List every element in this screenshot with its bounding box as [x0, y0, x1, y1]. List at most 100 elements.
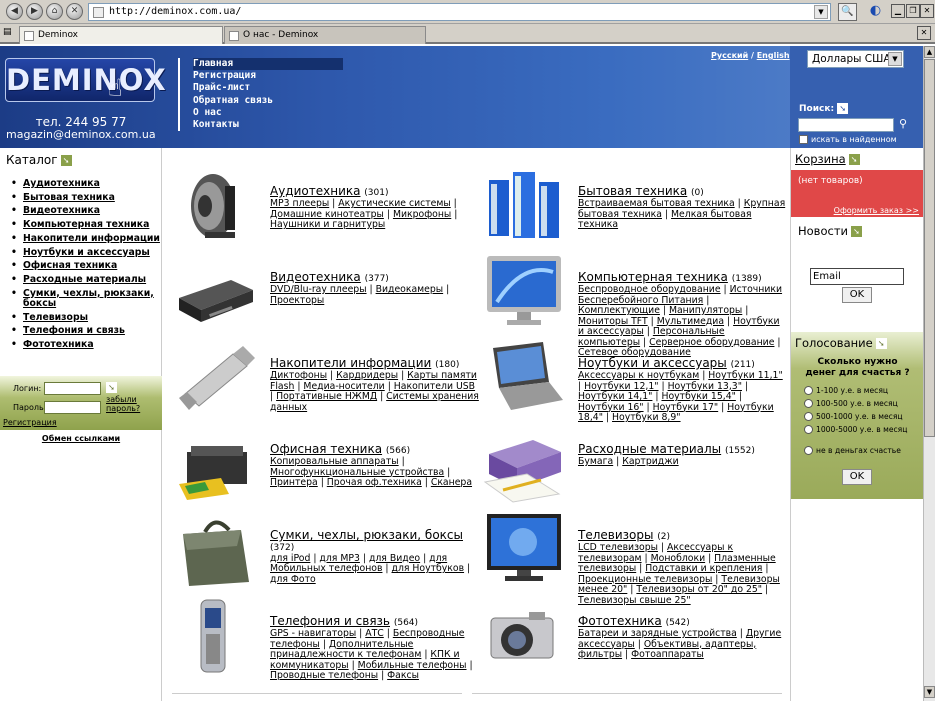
- back-icon[interactable]: ◀: [6, 3, 23, 20]
- category-title[interactable]: Телефония и связь: [270, 614, 390, 628]
- subcategory-link[interactable]: для Видео: [369, 553, 420, 564]
- category-title[interactable]: Бытовая техника: [578, 184, 687, 198]
- subcategory-link[interactable]: Акустические системы: [338, 198, 450, 209]
- subcategory-link[interactable]: Бумага: [578, 456, 613, 467]
- subcategory-link[interactable]: Многофункциональные устройства: [270, 467, 444, 478]
- subcategory-link[interactable]: Накопители USB: [394, 381, 475, 392]
- home-icon[interactable]: ⌂: [46, 3, 63, 20]
- subcategory-link[interactable]: для iPod: [270, 553, 310, 564]
- subcategory-link[interactable]: Манипуляторы: [669, 305, 742, 316]
- radio[interactable]: [804, 386, 813, 395]
- email-field[interactable]: Email: [810, 268, 904, 285]
- subcategory-link[interactable]: Сканера: [431, 477, 472, 488]
- tab-deminox[interactable]: Deminox: [19, 26, 223, 44]
- register-link[interactable]: Регистрация: [3, 418, 57, 427]
- nav-home[interactable]: Главная: [193, 58, 343, 71]
- tab-list-icon[interactable]: ▤: [3, 27, 17, 41]
- close-tab-icon[interactable]: ✕: [917, 26, 931, 40]
- subcategory-link[interactable]: Прочая оф.техника: [327, 477, 422, 488]
- nav-register[interactable]: Регистрация: [193, 70, 343, 82]
- search-glass-icon[interactable]: 🔍: [838, 3, 857, 21]
- category-title[interactable]: Расходные материалы: [578, 442, 721, 456]
- poll-option[interactable]: 1-100 у.е. в месяц: [804, 386, 922, 395]
- subcategory-link[interactable]: Мультимедиа: [657, 316, 724, 327]
- subcategory-link[interactable]: Проекционные телевизоры: [578, 574, 712, 585]
- subcategory-link[interactable]: Мобильные телефоны: [358, 660, 467, 671]
- nav-contacts[interactable]: Контакты: [193, 119, 343, 131]
- category-title[interactable]: Видеотехника: [270, 270, 361, 284]
- subcategory-link[interactable]: Подставки и крепления: [645, 563, 762, 574]
- subcategory-link[interactable]: Ноутбуки 14,1": [578, 391, 652, 402]
- address-bar[interactable]: http://deminox.com.ua/ ▼: [88, 3, 831, 21]
- radio[interactable]: [804, 446, 813, 455]
- subcategory-link[interactable]: Ноутбуки 13,3": [668, 381, 742, 392]
- catalog-item[interactable]: Расходные материалы: [11, 274, 161, 286]
- category-title[interactable]: Компьютерная техника: [578, 270, 728, 284]
- subcategory-link[interactable]: для MP3: [319, 553, 359, 564]
- catalog-item[interactable]: Компьютерная техника: [11, 219, 161, 231]
- search-input[interactable]: [798, 118, 894, 132]
- catalog-item[interactable]: Ноутбуки и аксессуары: [11, 247, 161, 259]
- subcategory-link[interactable]: Видеокамеры: [376, 284, 444, 295]
- subcategory-link[interactable]: Комплектующие: [578, 305, 660, 316]
- poll-ok-button[interactable]: OK: [842, 469, 872, 485]
- catalog-item[interactable]: Телевизоры: [11, 312, 161, 324]
- password-input[interactable]: [44, 401, 101, 414]
- subcategory-link[interactable]: GPS - навигаторы: [270, 628, 356, 639]
- minimize-icon[interactable]: ▁: [891, 4, 905, 18]
- subcategory-link[interactable]: Батареи и зарядные устройства: [578, 628, 737, 639]
- subcategory-link[interactable]: Моноблоки: [651, 553, 706, 564]
- subcategory-link[interactable]: Кардридеры: [336, 370, 398, 381]
- subcategory-link[interactable]: Наушники и гарнитуры: [270, 219, 385, 230]
- subcategory-link[interactable]: Телевизоры от 20" до 25": [636, 584, 762, 595]
- radio[interactable]: [804, 412, 813, 421]
- catalog-item[interactable]: Накопители информации: [11, 233, 161, 245]
- catalog-item[interactable]: Офисная техника: [11, 261, 161, 273]
- poll-option[interactable]: 1000-5000 у.е. в месяц: [804, 425, 922, 434]
- subcategory-link[interactable]: Ноутбуки 12,1": [584, 381, 658, 392]
- category-title[interactable]: Накопители информации: [270, 356, 431, 370]
- stop-icon[interactable]: ✕: [66, 3, 83, 20]
- subcategory-link[interactable]: Медиа-носители: [303, 381, 384, 392]
- close-window-icon[interactable]: ✕: [920, 4, 934, 18]
- scrollbar[interactable]: ▲ ▼: [923, 46, 935, 701]
- checkbox[interactable]: [799, 135, 808, 144]
- subcategory-link[interactable]: Диктофоны: [270, 370, 327, 381]
- subcategory-link[interactable]: Портативные НЖМД: [276, 391, 377, 402]
- subcategory-link[interactable]: для Фото: [270, 574, 316, 585]
- catalog-item[interactable]: Аудиотехника: [11, 178, 161, 190]
- logo[interactable]: DEMINOX: [5, 58, 166, 102]
- tab-about[interactable]: О нас - Deminox: [224, 26, 426, 44]
- subcategory-link[interactable]: Ноутбуки 11,1": [708, 370, 782, 381]
- search-in-found-checkbox[interactable]: искать в найденном: [799, 135, 897, 144]
- category-title[interactable]: Офисная техника: [270, 442, 382, 456]
- catalog-item[interactable]: Телефония и связь: [11, 326, 161, 338]
- maximize-icon[interactable]: ❐: [906, 4, 920, 18]
- category-title[interactable]: Телевизоры: [578, 528, 653, 542]
- subcategory-link[interactable]: Проводные телефоны: [270, 670, 378, 681]
- forgot-password-link[interactable]: забыли пароль?: [106, 395, 154, 413]
- subcategory-link[interactable]: Ноутбуки 17": [653, 402, 719, 413]
- subcategory-link[interactable]: Ноутбуки 8,9": [612, 412, 681, 423]
- subcategory-link[interactable]: MP3 плееры: [270, 198, 329, 209]
- address-dropdown-icon[interactable]: ▼: [814, 5, 828, 19]
- address-url[interactable]: http://deminox.com.ua/: [109, 6, 241, 17]
- link-exchange[interactable]: Обмен ссылками: [0, 434, 162, 443]
- category-title[interactable]: Ноутбуки и аксессуары: [578, 356, 727, 370]
- checkout-link[interactable]: Оформить заказ >>: [834, 206, 919, 215]
- catalog-item[interactable]: Сумки, чехлы, рюкзаки, боксы: [11, 288, 161, 310]
- scroll-thumb[interactable]: [924, 59, 935, 437]
- subscribe-ok-button[interactable]: OK: [842, 287, 872, 303]
- lang-russian[interactable]: Русский: [711, 51, 748, 60]
- subcategory-link[interactable]: Фотоаппараты: [631, 649, 704, 660]
- subcategory-link[interactable]: Ноутбуки 16": [578, 402, 644, 413]
- subcategory-link[interactable]: Факсы: [387, 670, 419, 681]
- nav-feedback[interactable]: Обратная связь: [193, 95, 343, 107]
- category-title[interactable]: Фототехника: [578, 614, 662, 628]
- subcategory-link[interactable]: Встраиваемая бытовая техника: [578, 198, 735, 209]
- lang-english[interactable]: English: [757, 51, 790, 60]
- subcategory-link[interactable]: Ноутбуки 15,4": [661, 391, 735, 402]
- subcategory-link[interactable]: АТС: [365, 628, 384, 639]
- cart-title[interactable]: Корзина ➘: [795, 152, 860, 166]
- subcategory-link[interactable]: для Ноутбуков: [392, 563, 465, 574]
